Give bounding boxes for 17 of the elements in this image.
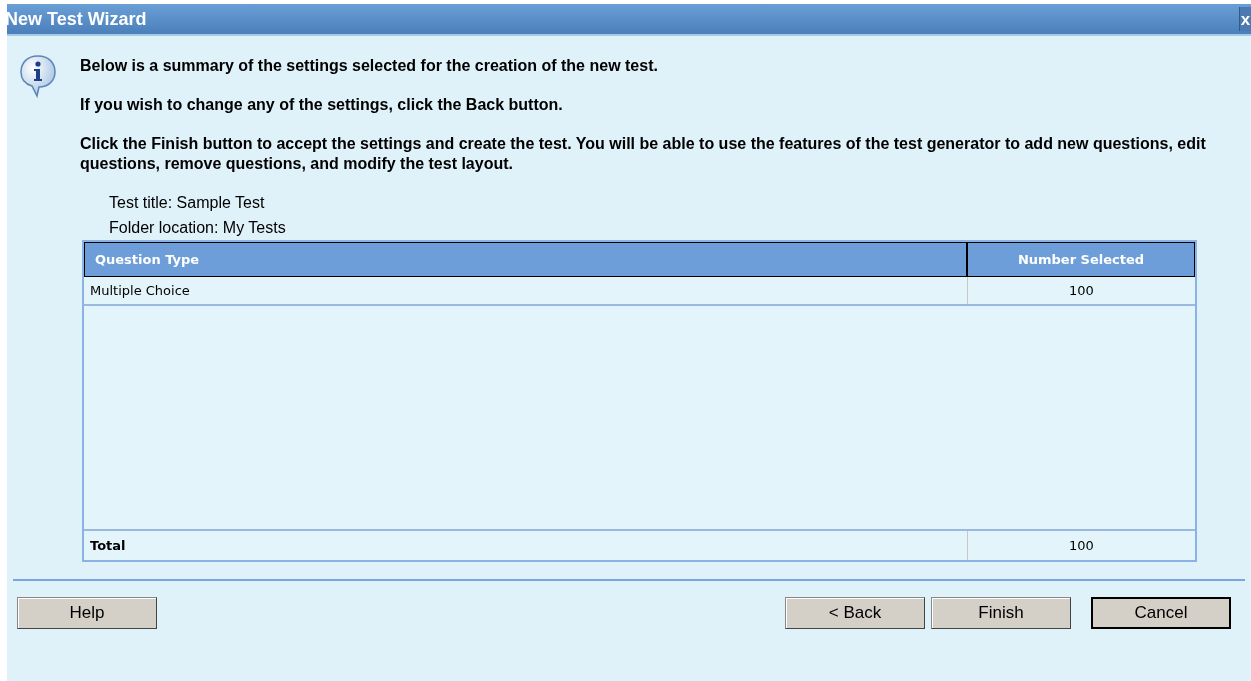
detail-text: Test title: Sample Test [109,193,266,213]
instruction-text: Below is a summary of the settings selected for the creation of the new test. [80,56,659,76]
wizard-button[interactable]: < Back [785,597,925,629]
instruction-text: Click the Finish button to accept the settings and create the test. You will be able to use the features of the test generator to add new questions, edit questions, remove questions, and modify the test layout. [80,134,1207,174]
table-cell: 100 [967,277,1195,304]
column-header: Question Type [94,250,201,269]
table-cell-text: Total [89,536,127,555]
table-cell-text: Multiple Choice [89,281,191,300]
wizard-button[interactable]: Cancel [1091,597,1231,629]
help-button[interactable]: Help [17,597,157,629]
column-header: Number Selected [966,243,1194,276]
info-icon [19,54,57,98]
close-button[interactable]: x [1239,7,1251,31]
detail-text: Folder location: My Tests [109,218,287,238]
instruction-text: If you wish to change any of the settings, click the Back button. [80,95,564,115]
table-cell: 100 [967,531,1195,560]
wizard-button[interactable]: Finish [931,597,1071,629]
